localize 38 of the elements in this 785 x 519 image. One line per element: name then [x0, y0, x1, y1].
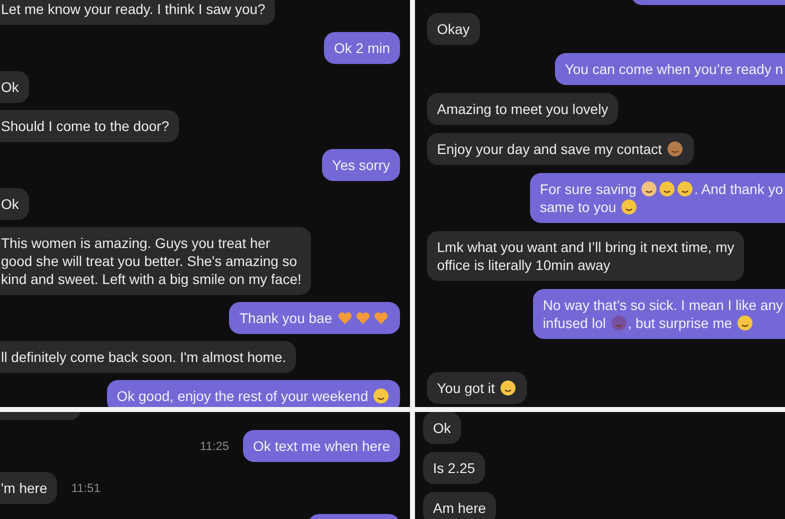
message-text: infused lol	[542, 315, 607, 331]
message-text: 'm here	[1, 480, 48, 496]
heart-icon	[373, 310, 389, 326]
message-text: Ok	[1, 79, 19, 95]
time-label: 11:25	[200, 439, 230, 453]
message-text: Lmk what you want and I’ll bring it next time, my office is literally 10min away	[437, 239, 734, 273]
message-text: You got it	[437, 380, 496, 396]
face-icon	[659, 181, 676, 197]
time-label: 11:51	[71, 481, 100, 495]
face-icon	[621, 199, 638, 215]
message-text: Let me know your ready. I think I saw you?	[1, 1, 266, 17]
message-text: Is 2.25	[433, 460, 476, 476]
face-icon	[500, 380, 516, 396]
message-text: Ok good, enjoy the rest of your weekend	[116, 388, 370, 404]
message-text: For sure saving	[540, 181, 638, 197]
message-text: Ok text me when here	[253, 438, 390, 454]
face-icon	[677, 181, 694, 197]
heart-icon	[337, 310, 353, 326]
message-text: . And thank yo	[694, 181, 783, 197]
message-text: Okay	[437, 21, 470, 37]
face-icon	[736, 315, 753, 331]
message-text: Ok	[433, 420, 451, 436]
message-text: No way that’s so sick. I mean I like any	[542, 297, 783, 313]
heart-icon	[355, 310, 371, 326]
message-text: , but surprise me	[628, 315, 734, 331]
message-text: Yes sorry	[332, 157, 390, 173]
message-text: Thank you bae	[239, 310, 334, 326]
message-text: Amazing to meet you lovely	[437, 101, 608, 117]
message-text: Should I come to the door?	[1, 118, 170, 134]
message-text: Enjoy your day and save my contact	[437, 141, 663, 157]
face-icon	[373, 388, 389, 404]
message-text: Ok 2 min	[334, 40, 390, 56]
message-text: ll definitely come back soon. I'm almost home.	[1, 349, 286, 365]
message-text: You can come when you’re ready n	[564, 61, 783, 77]
message-text: This women is amazing. Guys you treat her good she will treat you better. She's amazing so kind and sweet. Left with a big smile on my face!	[1, 235, 302, 287]
message-text: same to you	[540, 199, 618, 215]
message-text: Ok	[1, 196, 19, 212]
message-text: Am here	[433, 500, 486, 516]
